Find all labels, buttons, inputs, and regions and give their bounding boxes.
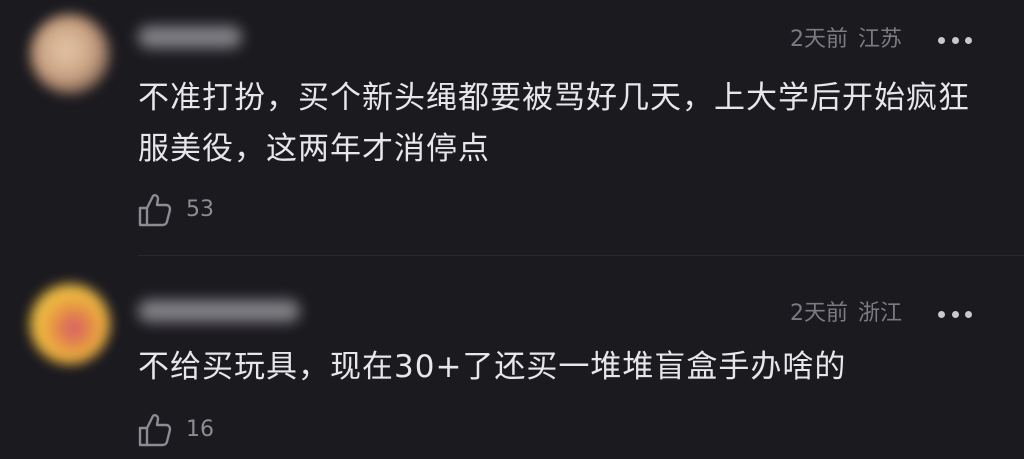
avatar[interactable] (30, 284, 110, 364)
username-blurred[interactable] (138, 300, 300, 322)
like-button[interactable]: 16 (137, 412, 214, 448)
username-blurred[interactable] (138, 26, 242, 48)
avatar[interactable] (30, 14, 110, 94)
comment-time: 2天前 (789, 27, 848, 52)
more-icon[interactable] (938, 310, 972, 318)
like-count: 16 (186, 417, 214, 442)
like-button[interactable]: 53 (137, 192, 214, 228)
more-dot (938, 36, 945, 44)
more-dot (951, 36, 959, 44)
comment-text: 不准打扮，买个新头绳都要被骂好几天，上大学后开始疯狂服美役，这两年才消停点 (138, 80, 970, 167)
comment-text: 不给买玩具，现在30+了还买一堆堆盲盒手办啥的 (138, 349, 847, 385)
more-dot (951, 310, 959, 318)
comment-item: 2天前 江苏 不准打扮，买个新头绳都要被骂好几天，上大学后开始疯狂服美役，这两年才… (0, 0, 1024, 256)
comment-location: 江苏 (857, 27, 902, 52)
more-dot (965, 310, 972, 318)
comment-item: 2天前 浙江 不给买玩具，现在30+了还买一堆堆盲盒手办啥的 16 (0, 256, 1024, 459)
more-dot (938, 310, 945, 318)
comment-location: 浙江 (857, 301, 902, 326)
comment-meta: 2天前 江苏 (790, 27, 902, 53)
thumbs-up-icon (138, 414, 172, 447)
like-count: 53 (186, 197, 214, 222)
more-dot (965, 36, 972, 44)
comment-time: 2天前 (789, 301, 848, 326)
comment-meta: 2天前 浙江 (790, 301, 902, 327)
comment-list: 2天前 江苏 不准打扮，买个新头绳都要被骂好几天，上大学后开始疯狂服美役，这两年才… (0, 0, 1024, 459)
thumbs-up-icon (138, 194, 172, 227)
more-icon[interactable] (938, 36, 972, 44)
